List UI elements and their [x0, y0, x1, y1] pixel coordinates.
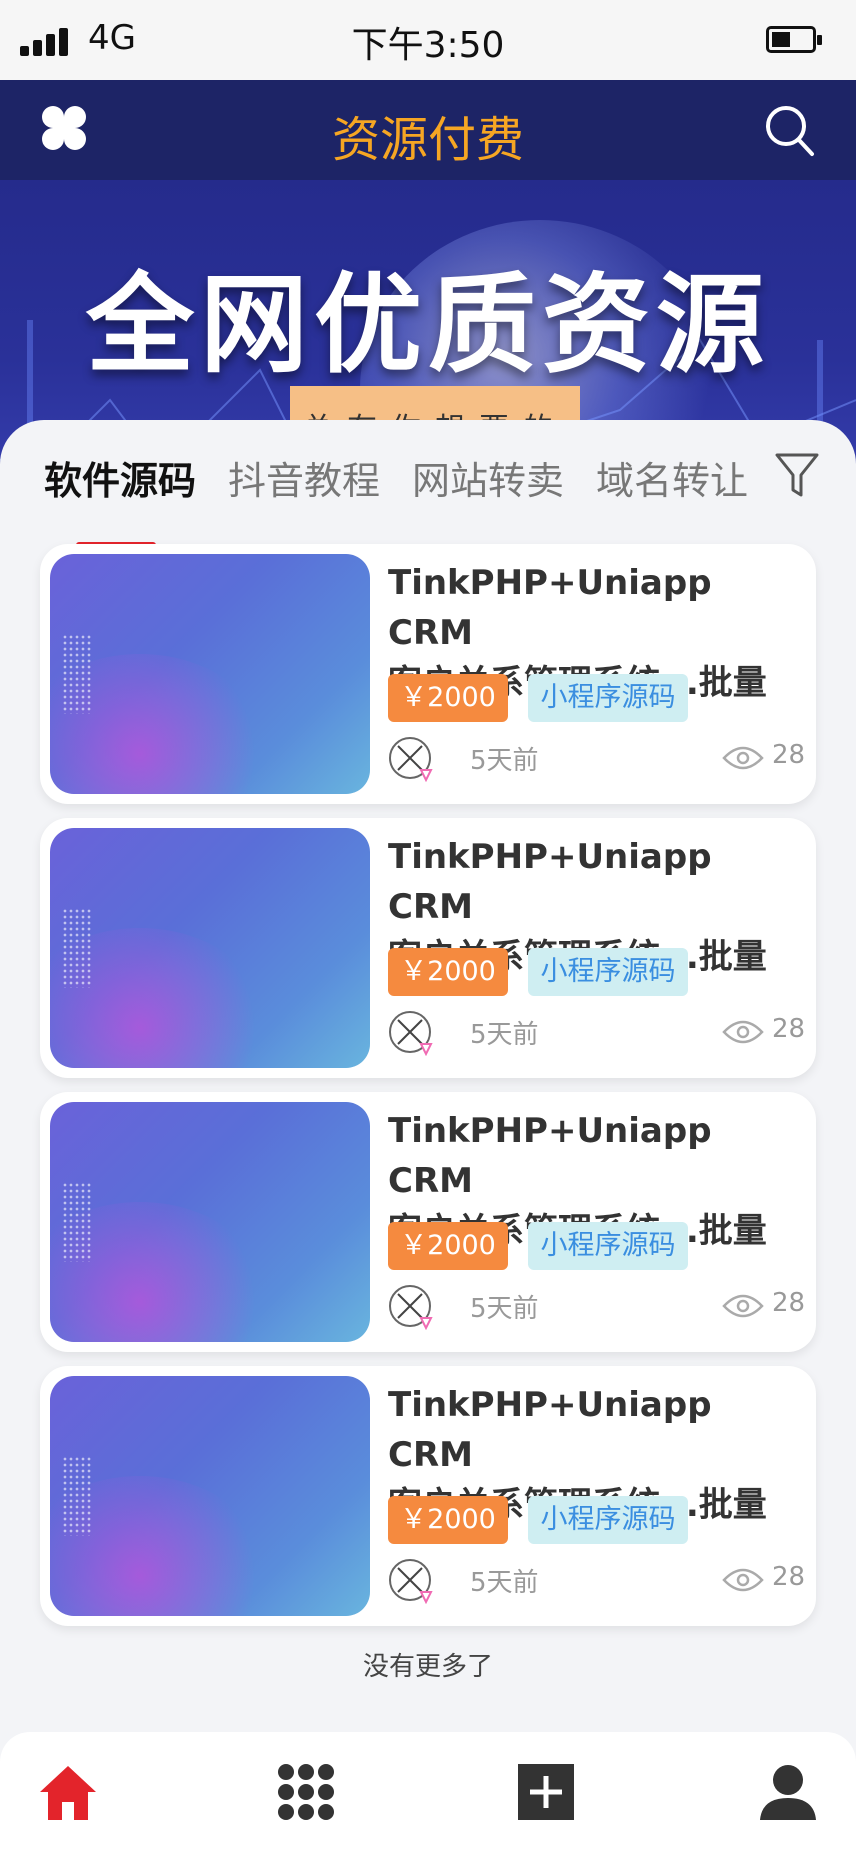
resource-card[interactable]: TinkPHP+Uniapp CRM 客户关系管理系统...批量 ￥2000 小… — [40, 818, 816, 1078]
price-badge: ￥2000 — [388, 1222, 508, 1270]
user-avatar-icon — [389, 1285, 433, 1330]
status-time: 下午3:50 — [351, 25, 505, 66]
tab-website-sale[interactable]: 网站转卖 — [412, 450, 564, 505]
category-tabs: 软件源码 抖音教程 网站转卖 域名转让 — [0, 450, 856, 549]
user-avatar-icon — [389, 1011, 433, 1056]
resource-card[interactable]: TinkPHP+Uniapp CRM 客户关系管理系统...批量 ￥2000 小… — [40, 544, 816, 804]
user-avatar-icon — [389, 737, 433, 782]
category-tag: 小程序源码 — [528, 948, 688, 996]
plus-square-icon[interactable] — [516, 1762, 576, 1822]
status-bar: 4G 下午3:50 — [0, 0, 856, 80]
grid-icon[interactable] — [276, 1762, 336, 1822]
price-badge: ￥2000 — [388, 1496, 508, 1544]
category-tag: 小程序源码 — [528, 674, 688, 722]
eye-icon — [722, 1020, 764, 1044]
user-avatar-icon — [389, 1559, 433, 1604]
post-time: 5天前 — [470, 1294, 539, 1324]
view-count: 28 — [772, 1014, 806, 1044]
home-icon[interactable] — [38, 1762, 98, 1822]
resource-card[interactable]: TinkPHP+Uniapp CRM 客户关系管理系统...批量 ￥2000 小… — [40, 1366, 816, 1626]
card-thumbnail — [50, 828, 370, 1068]
card-thumbnail — [50, 1102, 370, 1342]
card-thumbnail — [50, 554, 370, 794]
eye-icon — [722, 1568, 764, 1592]
tab-domain-transfer[interactable]: 域名转让 — [596, 450, 748, 505]
bottom-nav — [0, 1732, 856, 1852]
category-tag: 小程序源码 — [528, 1222, 688, 1270]
tab-douyin-tutorial[interactable]: 抖音教程 — [228, 450, 380, 505]
banner-title: 全网优质资源 — [85, 263, 770, 388]
post-time: 5天前 — [470, 1020, 539, 1050]
tab-software-source[interactable]: 软件源码 — [44, 450, 196, 505]
price-badge: ￥2000 — [388, 948, 508, 996]
view-count: 28 — [772, 1562, 806, 1592]
card-thumbnail — [50, 1376, 370, 1616]
category-tag: 小程序源码 — [528, 1496, 688, 1544]
post-time: 5天前 — [470, 746, 539, 776]
eye-icon — [722, 1294, 764, 1318]
user-icon[interactable] — [758, 1762, 818, 1822]
search-icon[interactable] — [764, 104, 816, 158]
battery-icon — [766, 26, 822, 53]
view-count: 28 — [772, 740, 806, 770]
view-count: 28 — [772, 1288, 806, 1318]
price-badge: ￥2000 — [388, 674, 508, 722]
eye-icon — [722, 746, 764, 770]
filter-icon[interactable] — [774, 450, 820, 500]
end-of-list-text: 没有更多了 — [362, 1652, 493, 1682]
page-title: 资源付费 — [331, 112, 524, 168]
post-time: 5天前 — [470, 1568, 539, 1598]
top-nav: 资源付费 — [0, 80, 856, 180]
resource-card[interactable]: TinkPHP+Uniapp CRM 客户关系管理系统...批量 ￥2000 小… — [40, 1092, 816, 1352]
